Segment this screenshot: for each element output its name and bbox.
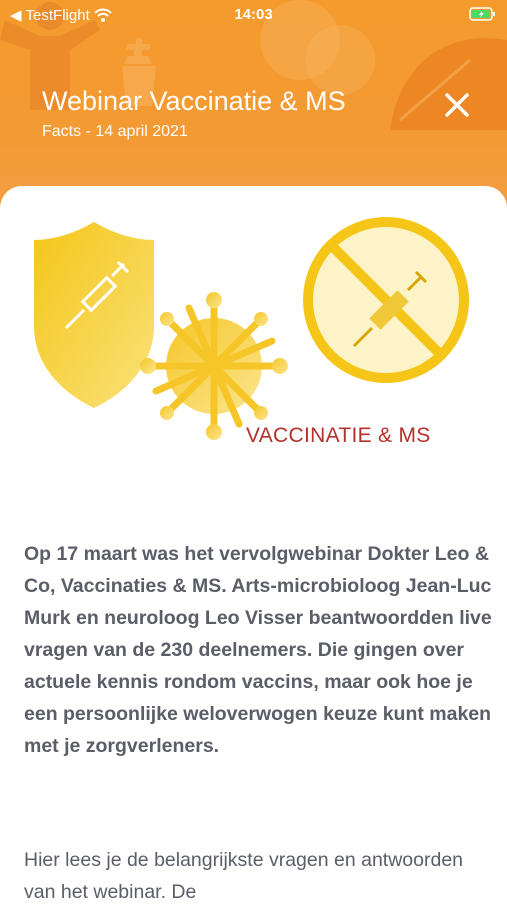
article-intro: Op 17 maart was het vervolgwebinar Dokte…: [24, 543, 492, 757]
status-time: 14:03: [234, 6, 273, 23]
no-syringe-icon: [303, 217, 469, 383]
close-icon[interactable]: [440, 88, 474, 122]
hero-label: VACCINATIE & MS: [246, 424, 431, 447]
battery-icon: [469, 6, 497, 26]
page-subtitle: Facts - 14 april 2021: [42, 123, 188, 140]
page-title: Webinar Vaccinatie & MS: [42, 86, 346, 116]
article-body: Hier lees je de belangrijkste vragen en …: [24, 849, 464, 903]
content-card: VACCINATIE & MS Op 17 maart was het verv…: [0, 186, 507, 903]
virus-icon: [140, 292, 288, 440]
shield-syringe-icon: [34, 222, 154, 408]
status-bar: ◀ TestFlight 14:03: [0, 0, 507, 30]
